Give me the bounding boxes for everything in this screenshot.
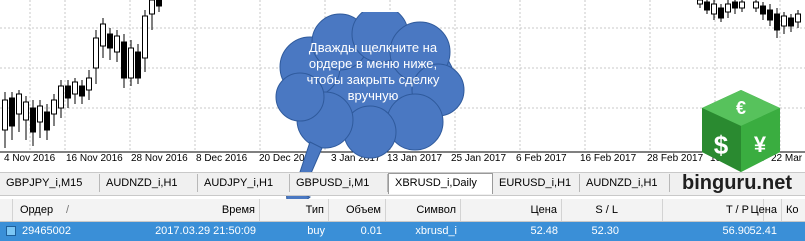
- x-axis-label: 6 Feb 2017: [516, 153, 567, 164]
- chart-tab[interactable]: AUDNZD_i,H1: [100, 174, 198, 192]
- header-order[interactable]: Ордер: [20, 199, 53, 221]
- chart-tab[interactable]: AUDJPY_i,H1: [198, 174, 290, 192]
- header-volume[interactable]: Объем: [330, 199, 386, 221]
- chart-tab[interactable]: XBRUSD_i,Daily: [388, 173, 493, 194]
- header-time[interactable]: Время: [120, 199, 260, 221]
- header-price-current[interactable]: Цена: [731, 199, 777, 221]
- chart-tab[interactable]: GBPUSD_i,M1: [290, 174, 388, 192]
- cell-price: 52.48: [530, 225, 558, 237]
- logo-text: binguru.net: [682, 172, 792, 194]
- cell-time: 2017.03.29 21:50:09: [155, 225, 256, 237]
- header-price[interactable]: Цена: [462, 199, 562, 221]
- binguru-logo-icon: € $ ¥: [702, 90, 780, 172]
- hint-text: Дважды щелкните на ордере в меню ниже, ч…: [306, 40, 440, 103]
- x-axis-label: 8 Dec 2016: [196, 153, 248, 164]
- order-row[interactable]: 29465002 2017.03.29 21:50:09 buy 0.01 xb…: [0, 222, 805, 241]
- euro-symbol: €: [736, 98, 746, 118]
- orders-table-header: Ордер / Время Тип Объем Символ Цена S / …: [0, 199, 805, 222]
- chart-tab[interactable]: GBPJPY_i,M15: [0, 174, 100, 192]
- x-axis-label: 16 Nov 2016: [66, 153, 123, 164]
- sort-indicator-icon: /: [66, 204, 70, 216]
- order-icon: [6, 226, 16, 236]
- cell-price-current: 52.41: [749, 225, 777, 237]
- yen-symbol: ¥: [754, 132, 767, 157]
- chart-tab[interactable]: EURUSD_i,H1: [493, 174, 580, 192]
- header-type[interactable]: Тип: [261, 199, 329, 221]
- cell-sl: 52.30: [591, 225, 619, 237]
- x-axis-label: 28 Nov 2016: [131, 153, 188, 164]
- x-axis-label: 16 Feb 2017: [580, 153, 637, 164]
- cell-symbol: xbrusd_i: [415, 225, 457, 237]
- header-symbol[interactable]: Символ: [387, 199, 461, 221]
- x-axis-label: 28 Feb 2017: [647, 153, 704, 164]
- dollar-symbol: $: [714, 130, 729, 160]
- cell-type: buy: [307, 225, 325, 237]
- chart-tab[interactable]: AUDNZD_i,H1: [580, 174, 670, 192]
- cell-volume: 0.01: [360, 225, 382, 237]
- x-axis-label: 4 Nov 2016: [4, 153, 56, 164]
- header-commission[interactable]: Ко: [781, 199, 799, 221]
- row-marker-header: [0, 199, 13, 221]
- header-sl[interactable]: S / L: [563, 199, 663, 221]
- cell-order: 29465002: [22, 225, 71, 237]
